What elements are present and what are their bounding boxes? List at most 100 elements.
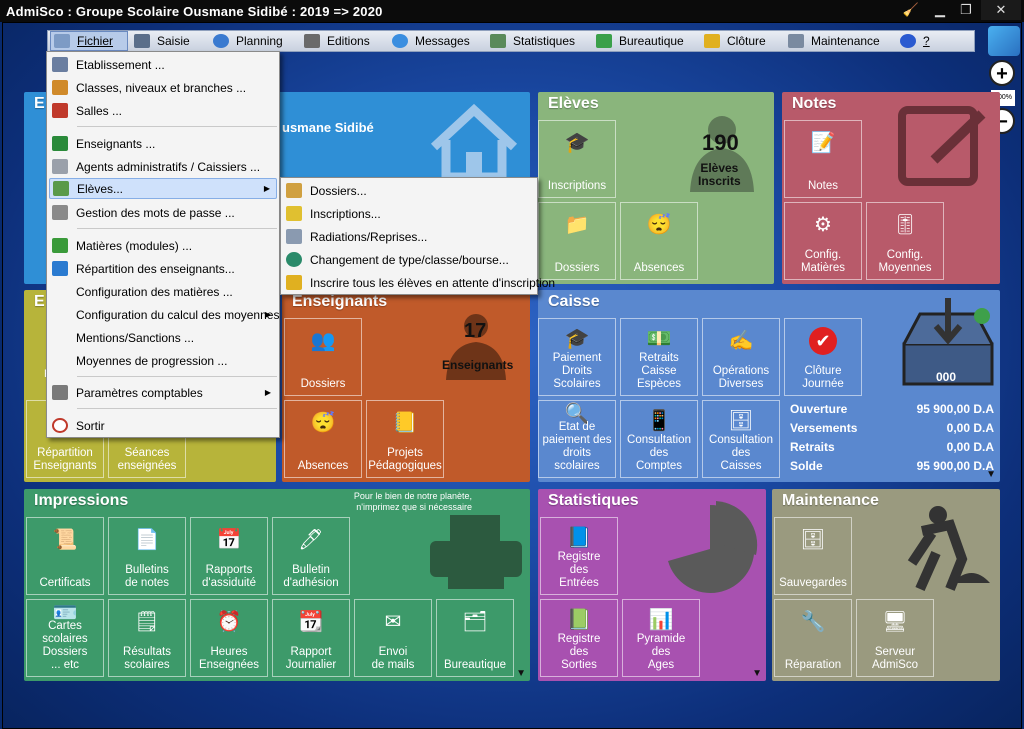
broom-icon[interactable]: 🧹 (898, 0, 924, 20)
expand-arrow-icon[interactable]: ▼ (752, 668, 762, 679)
heures-enseignees-button[interactable]: ⏰ Heures Enseignées (190, 599, 268, 677)
enseignants-dossiers-button[interactable]: 👥 Dossiers (284, 318, 362, 396)
config-moyennes-button[interactable]: 🎚 Config. Moyennes (866, 202, 944, 280)
menu-item-matieres[interactable]: Matières (modules) ... (49, 235, 277, 256)
menu-item-classes[interactable]: Classes, niveaux et branches ... (49, 77, 277, 98)
distribution-icon (52, 261, 68, 276)
config-matieres-button[interactable]: ⚙ Config. Matières (784, 202, 862, 280)
paiement-droits-button[interactable]: 🎓 Paiement Droits Scolaires (538, 318, 616, 396)
registre-sorties-button[interactable]: 📗 Registre des Sorties (540, 599, 618, 677)
gear-icon: ⚙ (814, 213, 832, 236)
worker-shovel-icon (907, 506, 990, 592)
menu-item-agents[interactable]: Agents administratifs / Caissiers ... (49, 156, 277, 177)
menu-maintenance[interactable]: Maintenance (788, 31, 880, 51)
maximize-button[interactable]: ❐ (953, 0, 979, 20)
menu-item-mots-de-passe[interactable]: Gestion des mots de passe ... (49, 202, 277, 223)
building-icon (52, 57, 68, 72)
eleves-absences-button[interactable]: 😴 Absences (620, 202, 698, 280)
project-icon: 📒 (392, 411, 418, 434)
menu-fichier[interactable]: Fichier (50, 31, 128, 51)
submenu-item-inscriptions[interactable]: Inscriptions... (283, 203, 535, 224)
envoi-mails-button[interactable]: ✉ Envoi de mails (354, 599, 432, 677)
menu-item-moyennes-progression[interactable]: Moyennes de progression ... (49, 350, 277, 371)
menu-item-mentions[interactable]: Mentions/Sanctions ... (49, 327, 277, 348)
lightning-icon (286, 275, 302, 290)
reparation-button[interactable]: 🔧 Réparation (774, 599, 852, 677)
consultation-comptes-button[interactable]: 📱 Consultation des Comptes (620, 400, 698, 478)
menu-item-config-matieres[interactable]: Configuration des matières ... (49, 281, 277, 302)
submenu-arrow-icon: ▶ (264, 310, 271, 319)
versements-label: Versements (790, 421, 858, 435)
school-name: usmane Sidibé (282, 120, 374, 135)
bureautique-button[interactable]: 🗂 Bureautique (436, 599, 514, 677)
tile-caisse: Caisse 000 🎓 Paiement Droits Scolaires 💵 R… (538, 290, 1000, 482)
zoom-in-button[interactable]: + (989, 60, 1015, 86)
enseignants-absences-button[interactable]: 😴 Absences (284, 400, 362, 478)
books-icon (52, 238, 68, 253)
menu-item-parametres-comptables[interactable]: Paramètres comptables ▶ (49, 382, 277, 403)
bulletin-adhesion-button[interactable]: 🖊 Bulletin d'adhésion (272, 517, 350, 595)
operations-diverses-button[interactable]: ✍ Opérations Diverses (702, 318, 780, 396)
submenu-item-dossiers[interactable]: Dossiers... (283, 180, 535, 201)
menu-cloture[interactable]: Clôture (704, 31, 766, 51)
menu-item-etablissement[interactable]: Etablissement ... (49, 54, 277, 75)
folder-icon: 📁 (564, 213, 590, 236)
menu-item-eleves[interactable]: Elèves... ▶ (49, 178, 277, 199)
consultation-caisses-button[interactable]: 🗄 Consultation des Caisses (702, 400, 780, 478)
ouverture-label: Ouverture (790, 402, 848, 416)
blank-icon (52, 284, 68, 299)
menu-bureautique[interactable]: Bureautique (596, 31, 684, 51)
eleves-dossiers-button[interactable]: 📁 Dossiers (538, 202, 616, 280)
cartes-scolaires-button[interactable]: 🪪 Cartes scolaires Dossiers ... etc (26, 599, 104, 677)
rapports-assiduite-button[interactable]: 📅 Rapports d'assiduité (190, 517, 268, 595)
menu-item-sortir[interactable]: Sortir (49, 415, 277, 436)
pyramide-ages-button[interactable]: 📊 Pyramide des Ages (622, 599, 700, 677)
sleepy-teacher-icon: 😴 (310, 411, 336, 434)
drawer-icon: 🗄 (728, 410, 754, 432)
menu-statistiques[interactable]: Statistiques (490, 31, 575, 51)
register-in-icon: 📘 (566, 527, 592, 549)
retraits-caisse-button[interactable]: 💵 Retraits Caisse Espèces (620, 318, 698, 396)
tile-header: Notes (792, 95, 837, 112)
menu-item-repartition[interactable]: Répartition des enseignants... (49, 258, 277, 279)
expand-arrow-icon[interactable]: ▼ (986, 469, 996, 480)
menu-editions[interactable]: Editions (304, 31, 370, 51)
inscriptions-button[interactable]: 🎓 Inscriptions (538, 120, 616, 198)
etat-paiement-button[interactable]: 🔍 Etat de paiement des droits scolaires (538, 400, 616, 478)
menu-help[interactable]: ? (900, 31, 930, 51)
notes-button[interactable]: 📝 Notes (784, 120, 862, 198)
submenu-item-radiations[interactable]: Radiations/Reprises... (283, 226, 535, 247)
exit-icon (52, 418, 68, 433)
document-icon: 📄 (134, 528, 160, 551)
bar-chart-icon: 📊 (648, 609, 674, 631)
registre-entrees-button[interactable]: 📘 Registre des Entrées (540, 517, 618, 595)
sauvegardes-button[interactable]: 🗄 Sauvegardes (774, 517, 852, 595)
projets-pedagogiques-button[interactable]: 📒 Projets Pédagogiques (366, 400, 444, 478)
submenu-item-changement[interactable]: Changement de type/classe/bourse... (283, 249, 535, 270)
certificats-button[interactable]: 📜 Certificats (26, 517, 104, 595)
menu-separator (77, 228, 277, 229)
tile-header: Enseignants (292, 293, 388, 310)
app-logo-icon (988, 26, 1020, 56)
resultats-scolaires-button[interactable]: 🗒 Résultats scolaires (108, 599, 186, 677)
form-pen-icon: 🖊 (298, 528, 324, 551)
minimize-button[interactable]: ▁ (927, 0, 953, 20)
menu-planning[interactable]: Planning (213, 31, 283, 51)
group-icon: 👥 (310, 329, 336, 352)
menu-item-config-moyennes[interactable]: Configuration du calcul des moyennes ▶ (49, 304, 279, 325)
pen-paper-icon: ✍ (728, 329, 754, 352)
office-suite-icon: 🗂 (462, 610, 488, 633)
menu-saisie[interactable]: Saisie (134, 31, 190, 51)
expand-arrow-icon[interactable]: ▼ (516, 668, 526, 679)
rapport-journalier-button[interactable]: 📆 Rapport Journalier (272, 599, 350, 677)
menu-separator (77, 376, 277, 377)
close-button[interactable]: ✕ (981, 0, 1021, 20)
submenu-item-inscrire-tous[interactable]: Inscrire tous les élèves en attente d'in… (283, 272, 555, 293)
cloture-journee-button[interactable]: ✔ Clôture Journée (784, 318, 862, 396)
bulletins-notes-button[interactable]: 📄 Bulletins de notes (108, 517, 186, 595)
serveur-admisco-button[interactable]: 🖥 Serveur AdmiSco (856, 599, 934, 677)
menu-item-enseignants[interactable]: Enseignants ... (49, 133, 277, 154)
menu-messages[interactable]: Messages (392, 31, 470, 51)
menu-item-salles[interactable]: Salles ... (49, 100, 277, 121)
keyboard-icon (134, 34, 150, 48)
